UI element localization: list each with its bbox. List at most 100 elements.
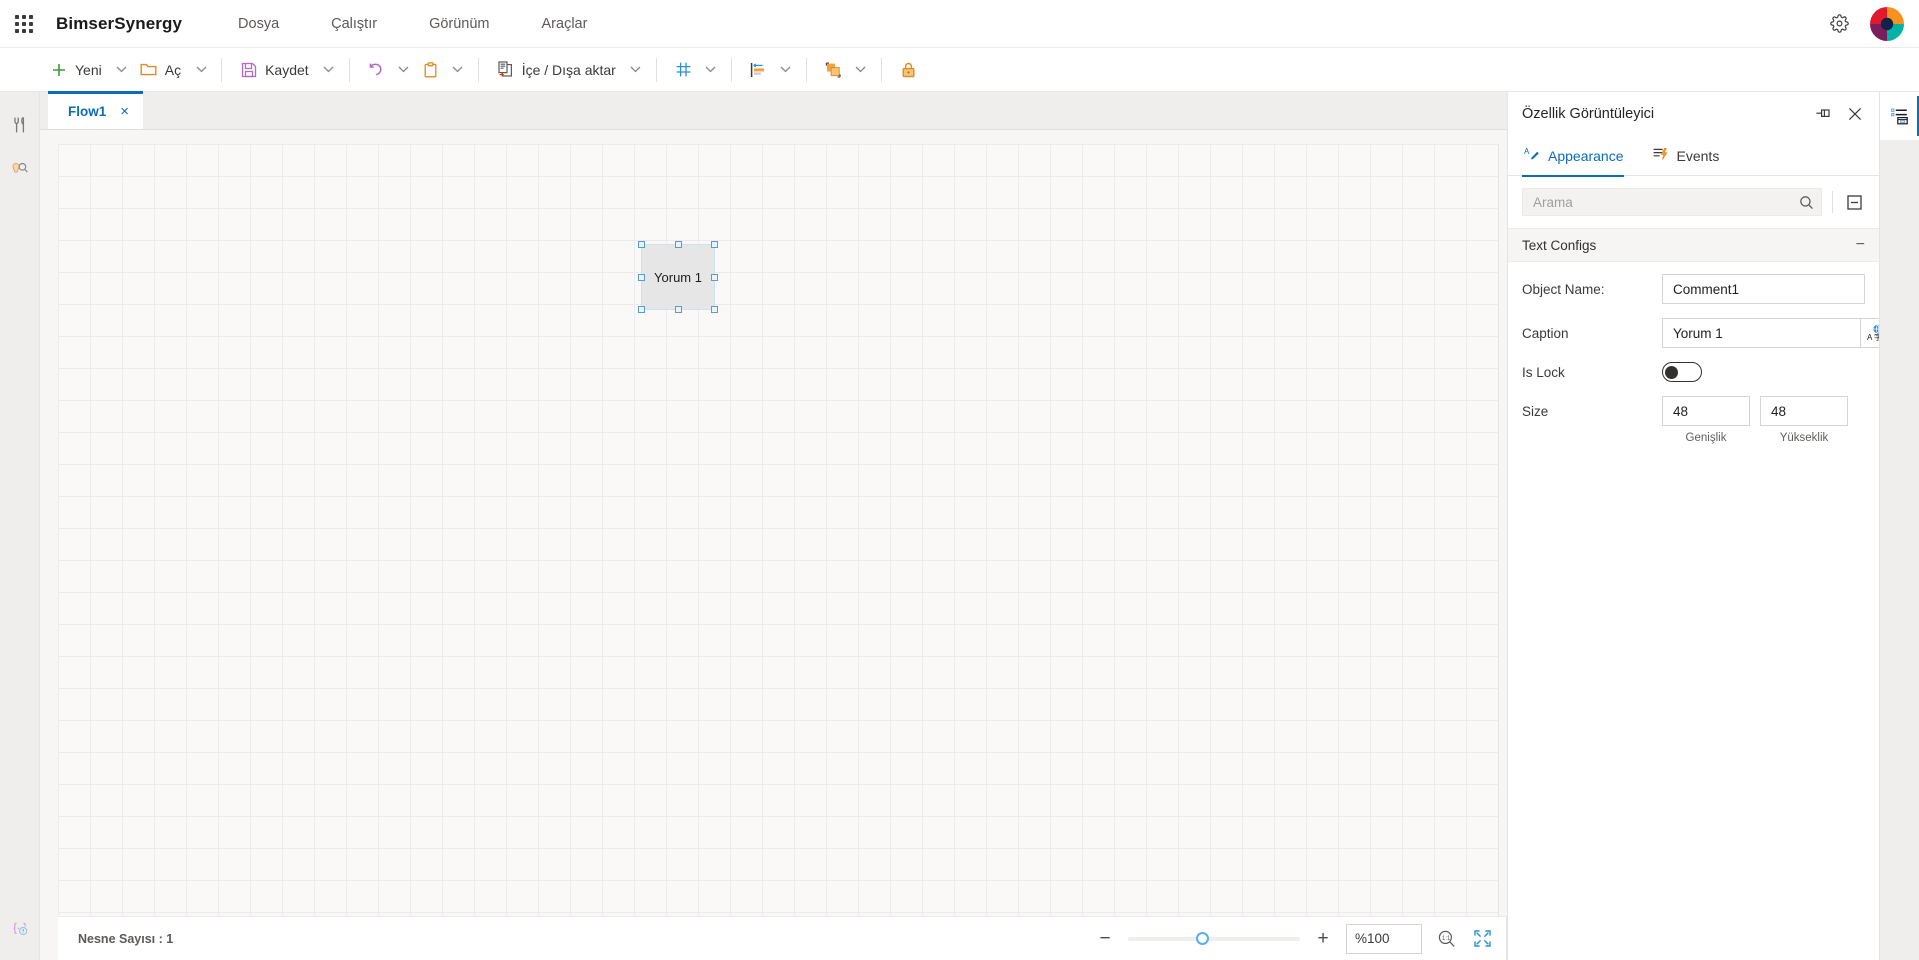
field-is-lock: Is Lock [1522,362,1865,382]
ribbon-group-import-export: İçe / Dışa aktar [489,48,646,92]
zoom-slider-thumb[interactable] [1196,932,1209,945]
save-button[interactable]: Kaydet [232,55,319,85]
resize-handle-w[interactable] [638,273,645,281]
undo-dropdown-caret[interactable] [394,56,414,84]
menu-item-araclar[interactable]: Araçlar [516,0,614,48]
property-panel-tabs: A Appearance Events [1508,136,1879,177]
open-button[interactable]: Aç [132,55,191,85]
is-lock-toggle[interactable] [1662,362,1702,382]
settings-button[interactable] [1823,8,1855,40]
caption-input[interactable] [1662,318,1860,348]
section-collapse-icon[interactable]: − [1856,237,1865,253]
fit-to-screen-button[interactable] [1470,927,1494,951]
size-height-input[interactable] [1760,396,1848,426]
tab-appearance[interactable]: A Appearance [1522,136,1636,177]
property-viewer-panel: Özellik Görüntüleyici A Appearance Event… [1507,92,1890,960]
paste-dropdown-caret[interactable] [448,56,468,84]
ribbon-separator [221,57,223,82]
collapse-all-icon [1846,194,1862,210]
gear-icon [1829,14,1849,33]
align-dropdown-caret[interactable] [776,56,796,84]
actual-size-button[interactable]: 1:1 [1434,927,1458,951]
section-text-configs-header[interactable]: Text Configs − [1508,228,1879,262]
bimser-logo-icon [1870,6,1904,41]
pin-panel-button[interactable] [1813,104,1833,124]
properties-panel-toggle[interactable] [1879,92,1919,140]
close-panel-button[interactable] [1845,104,1865,124]
wrench-tools-icon [13,116,24,133]
bring-to-front-icon [825,61,843,79]
ribbon-separator [805,57,807,82]
grid-button[interactable] [667,55,701,85]
ribbon-separator [730,57,732,82]
fit-to-screen-icon [1473,930,1491,947]
chevron-down-icon [780,66,791,73]
chevron-down-icon [855,66,866,73]
comment-shape-label: Yorum 1 [654,269,702,285]
lock-button[interactable] [892,55,926,85]
menu-item-gorunum[interactable]: Görünüm [403,0,515,48]
flow-canvas[interactable]: Yorum 1 [58,144,1499,916]
search-input[interactable] [1523,189,1791,215]
zoom-in-button[interactable]: + [1312,928,1334,950]
resize-handle-nw[interactable] [638,241,645,248]
property-panel-header: Özellik Görüntüleyici [1508,92,1879,136]
menu-item-dosya[interactable]: Dosya [212,0,305,48]
size-width-input[interactable] [1662,396,1750,426]
zoom-slider[interactable] [1128,929,1300,949]
resize-handle-ne[interactable] [711,241,718,248]
tab-flow1[interactable]: Flow1 × [48,91,144,129]
resize-handle-sw[interactable] [638,306,645,313]
search-icon [1799,195,1813,209]
lock-icon [900,61,918,79]
new-button-label: Yeni [75,61,102,78]
bimser-logo-button[interactable] [1869,6,1905,42]
search-button[interactable] [1791,189,1821,215]
property-search-box[interactable] [1522,188,1822,216]
code-panel-button[interactable] [4,912,36,946]
resize-handle-s[interactable] [674,306,682,313]
appearance-pen-icon: A [1524,146,1541,165]
brand-title: BimserSynergy [56,13,183,33]
save-dropdown-caret[interactable] [319,56,339,84]
object-name-input[interactable] [1662,274,1865,304]
align-button[interactable] [742,55,776,85]
new-dropdown-caret[interactable] [112,56,132,84]
field-caption: Caption A 字 [1522,318,1890,348]
right-tool-rail [1879,92,1919,960]
resize-handle-se[interactable] [711,306,718,313]
menu-item-calistir[interactable]: Çalıştır [305,0,403,48]
object-count-label: Nesne Sayısı : 1 [78,931,174,946]
paste-button[interactable] [414,55,448,85]
chevron-down-icon [196,66,207,73]
is-lock-label: Is Lock [1522,364,1565,380]
comment-shape[interactable]: Yorum 1 [638,241,718,313]
arrange-dropdown-caret[interactable] [851,56,871,84]
tab-events[interactable]: Events [1650,136,1732,176]
open-dropdown-caret[interactable] [191,56,211,84]
inspect-panel-button[interactable] [4,152,36,186]
undo-button[interactable] [360,55,394,85]
ribbon-group-save: Kaydet [232,48,339,92]
workspace: Flow1 × Yorum 1 Nesne Sayısı: 1 − + %10… [0,91,1919,960]
arrange-button[interactable] [817,55,851,85]
import-export-button[interactable]: İçe / Dışa aktar [489,55,626,85]
tab-flow1-close-icon[interactable]: × [120,104,129,119]
new-button[interactable]: Yeni [42,55,112,85]
plus-icon [50,61,68,79]
app-launcher-button[interactable] [0,0,48,48]
zoom-out-button[interactable]: − [1094,928,1116,950]
object-name-label: Object Name: [1522,281,1605,297]
resize-handle-e[interactable] [711,273,718,281]
close-icon [1848,107,1862,121]
grid-dropdown-caret[interactable] [701,56,721,84]
collapse-all-button[interactable] [1843,191,1865,213]
size-label: Size [1522,403,1549,419]
import-export-dropdown-caret[interactable] [626,56,646,84]
chevron-down-icon [630,66,641,73]
zoom-level-input[interactable] [1346,923,1422,954]
tools-panel-button[interactable] [4,108,36,142]
grid-icon [675,61,693,79]
resize-handle-n[interactable] [674,241,682,248]
app-launcher-icon [15,14,33,33]
